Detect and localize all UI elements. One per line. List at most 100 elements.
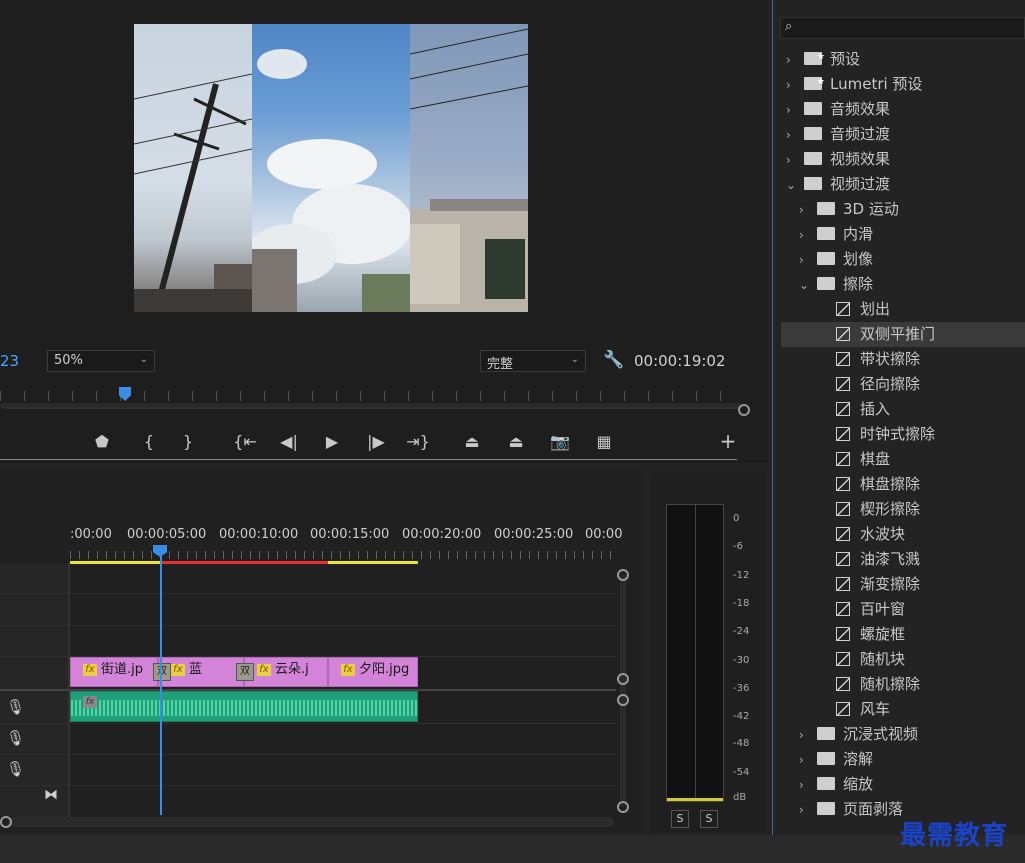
timeline-playhead-line[interactable] [160,545,162,815]
go-to-in-icon[interactable]: {⇤ [233,432,257,451]
folder-item[interactable]: › 3D 运动 [799,197,1025,222]
monitor-time-ruler[interactable] [0,388,742,409]
microphone-icon[interactable]: 🎙 [6,729,25,747]
playback-resolution-select[interactable]: 完整 ⌄ [480,350,586,372]
folder-item[interactable]: › 缩放 [799,772,1025,797]
scroll-handle[interactable] [617,694,629,706]
audio-clip[interactable]: fx [70,691,418,722]
fx-badge: fx [171,663,185,676]
video-clip-clouds[interactable]: fx 云朵.j [244,657,328,687]
effect-label: 擦除 [843,275,874,293]
transition-item[interactable]: 插入 [781,397,1025,422]
effects-search-input[interactable]: ⌕ [780,17,1025,39]
chevron-right-icon[interactable]: › [799,198,813,223]
solo-button-right[interactable]: S [700,810,718,828]
chevron-right-icon[interactable]: › [799,723,813,748]
transition-marker[interactable]: 双 [153,663,171,681]
chevron-right-icon[interactable]: › [786,123,800,148]
resolution-value: 完整 [487,357,514,372]
transition-item[interactable]: 螺旋框 [781,622,1025,647]
transition-marker[interactable]: 双 [236,663,254,681]
folder-item[interactable]: › 视频效果 [786,147,1025,172]
folder-item[interactable]: › 预设 [786,45,1025,73]
scroll-handle[interactable] [0,816,12,828]
folder-item[interactable]: › 音频过渡 [786,122,1025,147]
step-forward-icon[interactable]: |▶ [364,432,388,451]
audio-waveform [71,700,417,716]
folder-icon [817,202,835,215]
folder-item[interactable]: › 沉浸式视频 [799,722,1025,747]
scroll-handle[interactable] [617,801,629,813]
folder-item[interactable]: ⌄ 擦除 [799,272,1025,297]
transition-item[interactable]: 划出 [781,297,1025,322]
scroll-handle[interactable] [617,673,629,685]
microphone-icon[interactable]: 🎙 [6,760,25,778]
video-clip-street[interactable]: fx 街道.jp [70,657,158,687]
camera-icon[interactable]: 📷 [548,432,572,451]
play-icon[interactable]: ▶ [320,432,344,451]
transition-item[interactable]: 时钟式擦除 [781,422,1025,447]
microphone-icon[interactable]: 🎙 [6,698,25,716]
transition-item[interactable]: 楔形擦除 [781,497,1025,522]
timeline-ticks[interactable] [70,551,616,559]
comparison-view-icon[interactable]: ▦ [592,432,616,451]
folder-icon [804,127,822,140]
zoom-value: 50% [54,353,83,368]
chevron-right-icon[interactable]: › [799,223,813,248]
folder-item[interactable]: › 划像 [799,247,1025,272]
transition-item[interactable]: 随机擦除 [781,672,1025,697]
chevron-down-icon[interactable]: ⌄ [786,173,800,198]
effect-label: 径向擦除 [860,375,921,393]
solo-button-left[interactable]: S [671,810,689,828]
transition-item[interactable]: 双侧平推门 [781,322,1025,347]
chevron-right-icon[interactable]: › [799,248,813,273]
extract-icon[interactable]: ⏏ [504,432,528,451]
mark-in-icon[interactable]: { [137,432,161,451]
video-clip-sunset[interactable]: fx 夕阳.jpg [328,657,418,687]
add-button-icon[interactable]: + [716,429,740,453]
wrench-icon[interactable]: 🔧 [603,350,624,370]
folder-item[interactable]: › Lumetri 预设 [786,70,1025,98]
chevron-right-icon[interactable]: › [799,798,813,823]
mark-out-icon[interactable]: } [176,432,200,451]
transition-item[interactable]: 渐变擦除 [781,572,1025,597]
source-timecode[interactable]: 23 [0,352,19,370]
transition-item[interactable]: 风车 [781,697,1025,722]
transition-item[interactable]: 水波块 [781,522,1025,547]
folder-item[interactable]: ⌄ 视频过渡 [786,172,1025,197]
chevron-right-icon[interactable]: › [799,773,813,798]
transition-item[interactable]: 油漆飞溅 [781,547,1025,572]
folder-item[interactable]: › 溶解 [799,747,1025,772]
go-to-out-icon[interactable]: ⇥} [406,432,430,451]
folder-item[interactable]: › 音频效果 [786,97,1025,122]
master-track-icon[interactable]: ⧓ [44,787,58,803]
folder-icon [817,727,835,740]
transition-item[interactable]: 带状擦除 [781,347,1025,372]
transition-item[interactable]: 棋盘擦除 [781,472,1025,497]
transition-icon [836,627,850,641]
chevron-right-icon[interactable]: › [799,748,813,773]
vertical-scrollbar[interactable] [620,575,626,807]
horizontal-scrollbar[interactable] [8,817,614,827]
chevron-right-icon[interactable]: › [786,148,800,173]
add-marker-icon[interactable]: ⬟ [90,432,114,451]
lift-icon[interactable]: ⏏ [460,432,484,451]
ruler-zoom-handle[interactable] [738,404,750,416]
transition-icon [836,452,850,466]
step-back-icon[interactable]: ◀| [277,432,301,451]
playhead-timecode[interactable]: 00:00:19:02 [634,352,726,370]
transition-item[interactable]: 百叶窗 [781,597,1025,622]
scroll-handle[interactable] [617,569,629,581]
db-label: dB [733,792,747,803]
chevron-down-icon[interactable]: ⌄ [799,273,813,298]
chevron-right-icon[interactable]: › [786,98,800,123]
video-preview [134,24,528,312]
transition-item[interactable]: 棋盘 [781,447,1025,472]
chevron-right-icon[interactable]: › [786,73,800,98]
folder-item[interactable]: › 内滑 [799,222,1025,247]
transition-item[interactable]: 随机块 [781,647,1025,672]
transition-item[interactable]: 径向擦除 [781,372,1025,397]
zoom-select[interactable]: 50% ⌄ [47,350,155,372]
chevron-right-icon[interactable]: › [786,48,800,73]
clip-label: 蓝 [189,662,203,677]
